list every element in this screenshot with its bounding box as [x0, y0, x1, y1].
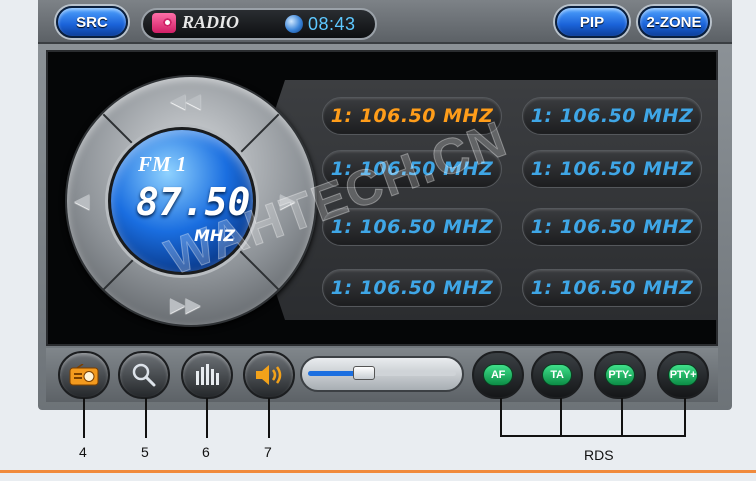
callout-5: 5 — [141, 444, 149, 460]
globe-icon — [285, 15, 303, 33]
volume-thumb[interactable] — [353, 366, 375, 380]
af-label: AF — [483, 364, 513, 386]
bottom-rule — [0, 470, 756, 473]
radio-icon — [69, 364, 99, 386]
frequency-unit: MHZ — [194, 226, 235, 245]
preset-5[interactable]: 1: 106.50 MHZ — [322, 208, 502, 246]
callout-line-4 — [83, 398, 85, 438]
pty-plus-label: PTY+ — [668, 364, 698, 386]
skip-previous-icon[interactable]: ◀◀ — [170, 88, 201, 113]
callout-line-6 — [206, 398, 208, 438]
ta-label: TA — [542, 364, 572, 386]
af-button[interactable]: AF — [472, 351, 524, 399]
preset-8[interactable]: 1: 106.50 MHZ — [522, 269, 702, 307]
seek-back-icon[interactable]: ◀ — [74, 188, 89, 213]
search-button[interactable] — [118, 351, 170, 399]
clock: 08:43 — [308, 14, 356, 34]
preset-4[interactable]: 1: 106.50 MHZ — [522, 150, 702, 188]
band-label: FM 1 — [138, 152, 187, 176]
callout-rds: RDS — [584, 447, 614, 463]
ta-button[interactable]: TA — [531, 351, 583, 399]
speaker-icon — [256, 365, 282, 385]
callout-line-7 — [268, 398, 270, 438]
callout-bracket-rds — [500, 435, 686, 437]
source-title: RADIO — [182, 12, 240, 32]
volume-button[interactable] — [243, 351, 295, 399]
src-button[interactable]: SRC — [56, 6, 128, 38]
callout-line-pty-minus — [621, 398, 623, 436]
pip-button[interactable]: PIP — [555, 6, 629, 38]
seek-forward-icon[interactable]: ▶ — [280, 188, 295, 213]
callout-4: 4 — [79, 444, 87, 460]
pty-plus-button[interactable]: PTY+ — [657, 351, 709, 399]
callout-line-5 — [145, 398, 147, 438]
callout-7: 7 — [264, 444, 272, 460]
callout-line-af — [500, 398, 502, 436]
preset-6[interactable]: 1: 106.50 MHZ — [522, 208, 702, 246]
pty-minus-button[interactable]: PTY- — [594, 351, 646, 399]
skip-next-icon[interactable]: ▶▶ — [170, 292, 201, 317]
pty-minus-label: PTY- — [605, 364, 635, 386]
frequency-value: 87.50 — [136, 180, 251, 224]
callout-6: 6 — [202, 444, 210, 460]
search-icon — [132, 363, 156, 387]
callout-line-ta — [560, 398, 562, 436]
equalizer-button[interactable] — [181, 351, 233, 399]
preset-2[interactable]: 1: 106.50 MHZ — [522, 97, 702, 135]
equalizer-icon — [196, 364, 219, 385]
callout-line-pty-plus — [684, 398, 686, 436]
preset-1[interactable]: 1: 106.50 MHZ — [322, 97, 502, 135]
radio-button[interactable] — [58, 351, 110, 399]
preset-3[interactable]: 1: 106.50 MHZ — [322, 150, 502, 188]
preset-7[interactable]: 1: 106.50 MHZ — [322, 269, 502, 307]
two-zone-button[interactable]: 2-ZONE — [638, 6, 710, 38]
radio-source-icon — [152, 13, 176, 33]
